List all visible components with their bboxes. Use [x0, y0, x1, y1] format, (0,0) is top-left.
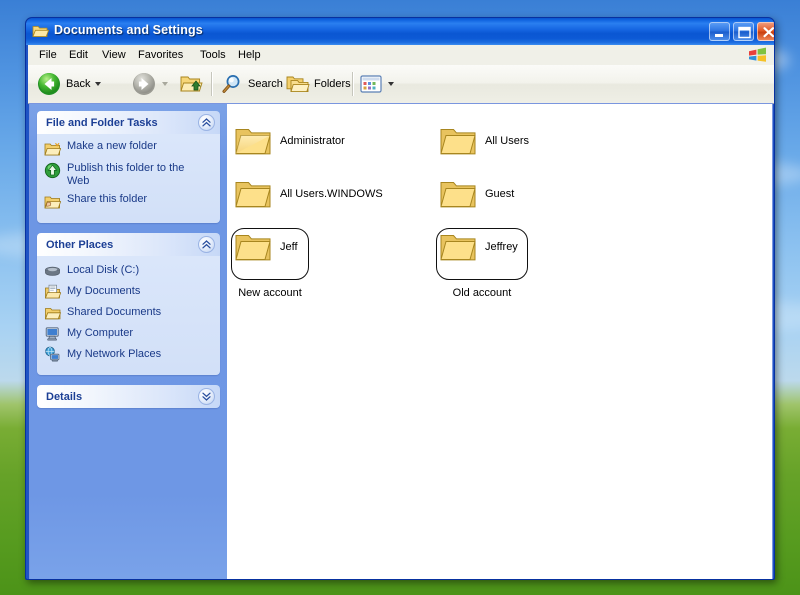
panel-header-file-tasks[interactable]: File and Folder Tasks — [37, 111, 220, 134]
place-my-computer[interactable]: My Computer — [44, 325, 215, 342]
place-label: My Computer — [67, 327, 134, 339]
menu-help[interactable]: Help — [233, 48, 266, 62]
views-button[interactable] — [359, 69, 394, 99]
folders-button[interactable]: Folders — [286, 69, 351, 99]
toolbar-separator — [211, 72, 213, 96]
file-item-jeff[interactable]: Jeff — [234, 230, 298, 263]
title-bar: Documents and Settings — [26, 18, 774, 45]
open-folder-icon — [32, 26, 49, 37]
file-item-all-users-windows[interactable]: All Users.WINDOWS — [234, 177, 383, 210]
window-title: Documents and Settings — [54, 23, 203, 37]
file-list-pane[interactable]: Administrator All Users All Users.WINDOW… — [227, 104, 772, 579]
place-local-disk[interactable]: Local Disk (C:) — [44, 262, 215, 279]
menu-favorites[interactable]: Favorites — [133, 48, 188, 62]
menu-tools[interactable]: Tools — [195, 48, 231, 62]
file-item-jeffrey[interactable]: Jeffrey — [439, 230, 518, 263]
place-label: My Network Places — [67, 348, 162, 360]
explorer-window: Documents and Settings File Edit View Fa… — [25, 17, 775, 580]
forward-arrow-icon — [133, 73, 155, 95]
close-button[interactable] — [757, 22, 774, 41]
share-folder-icon — [44, 196, 61, 209]
task-pane-sidebar: File and Folder Tasks Make a new folder — [30, 104, 227, 579]
views-dropdown-icon[interactable] — [388, 82, 394, 86]
annotation-caption-new-account: New account — [238, 287, 302, 299]
publish-web-icon — [44, 162, 61, 179]
toolbar: Back Search Folders — [28, 65, 774, 104]
file-name: Administrator — [280, 134, 345, 147]
file-name: Jeff — [280, 240, 298, 253]
back-button[interactable]: Back — [36, 69, 102, 99]
file-name: All Users — [485, 134, 530, 147]
folder-icon — [235, 129, 271, 155]
file-name: All Users.WINDOWS — [280, 187, 383, 200]
place-my-documents[interactable]: My Documents — [44, 283, 215, 300]
file-item-administrator[interactable]: Administrator — [234, 124, 345, 157]
forward-dropdown-icon — [162, 82, 168, 86]
chevron-down-icon[interactable] — [198, 388, 215, 405]
panel-body-file-tasks: Make a new folder Publish this folder to… — [37, 134, 220, 223]
place-shared-documents[interactable]: Shared Documents — [44, 304, 215, 321]
panel-title: File and Folder Tasks — [46, 116, 158, 129]
search-label: Search — [248, 78, 283, 90]
up-button[interactable] — [178, 69, 204, 99]
chevron-up-icon[interactable] — [198, 236, 215, 253]
file-item-all-users[interactable]: All Users — [439, 124, 529, 157]
folders-label: Folders — [314, 78, 351, 90]
task-share-folder[interactable]: Share this folder — [44, 193, 215, 210]
place-label: Shared Documents — [67, 306, 162, 318]
client-area: File and Folder Tasks Make a new folder — [29, 103, 773, 579]
task-label: Share this folder — [67, 193, 148, 205]
back-dropdown-icon[interactable] — [95, 82, 102, 86]
task-label: Make a new folder — [67, 140, 157, 152]
search-icon — [222, 75, 240, 93]
windows-flag-icon[interactable] — [746, 46, 770, 64]
menu-bar: File Edit View Favorites Tools Help — [28, 45, 774, 66]
hard-disk-icon — [45, 266, 60, 276]
toolbar-separator — [352, 72, 354, 96]
shared-documents-icon — [44, 308, 61, 320]
new-folder-icon — [44, 142, 61, 156]
file-name: Jeffrey — [485, 240, 518, 253]
up-folder-icon — [180, 76, 203, 92]
task-make-new-folder[interactable]: Make a new folder — [44, 140, 215, 157]
panel-header-details[interactable]: Details — [37, 385, 220, 408]
panel-other-places: Other Places Local Disk (C:) My Document… — [37, 233, 220, 375]
chevron-up-icon[interactable] — [198, 114, 215, 131]
panel-body-other-places: Local Disk (C:) My Documents Shared Docu… — [37, 256, 220, 375]
network-places-icon — [45, 346, 60, 362]
back-label: Back — [66, 78, 91, 90]
folder-icon — [440, 235, 476, 261]
panel-header-other-places[interactable]: Other Places — [37, 233, 220, 256]
minimize-button[interactable] — [709, 22, 730, 41]
panel-title: Details — [46, 390, 83, 403]
panel-file-and-folder-tasks: File and Folder Tasks Make a new folder — [37, 111, 220, 223]
task-label: Publish this folder to the Web — [67, 162, 185, 187]
place-label: Local Disk (C:) — [67, 264, 140, 276]
maximize-button[interactable] — [733, 22, 754, 41]
panel-title: Other Places — [46, 238, 114, 251]
annotation-caption-old-account: Old account — [452, 287, 512, 299]
menu-view[interactable]: View — [97, 48, 131, 62]
folder-icon — [235, 235, 271, 261]
place-label: My Documents — [67, 285, 141, 297]
search-button[interactable]: Search — [220, 69, 283, 99]
task-publish-to-web[interactable]: Publish this folder to the Web — [44, 162, 215, 188]
panel-details: Details — [37, 385, 220, 408]
folders-icon — [286, 76, 310, 93]
file-item-guest[interactable]: Guest — [439, 177, 514, 210]
forward-button[interactable] — [131, 69, 168, 99]
place-network-places[interactable]: My Network Places — [44, 346, 215, 363]
views-icon — [360, 75, 382, 93]
folder-icon — [235, 182, 271, 208]
folder-icon — [440, 182, 476, 208]
file-name: Guest — [485, 187, 515, 200]
my-documents-icon — [44, 284, 61, 299]
folder-icon — [440, 129, 476, 155]
my-computer-icon — [45, 327, 59, 341]
back-arrow-icon — [38, 73, 60, 95]
menu-edit[interactable]: Edit — [64, 48, 93, 62]
menu-file[interactable]: File — [34, 48, 62, 62]
